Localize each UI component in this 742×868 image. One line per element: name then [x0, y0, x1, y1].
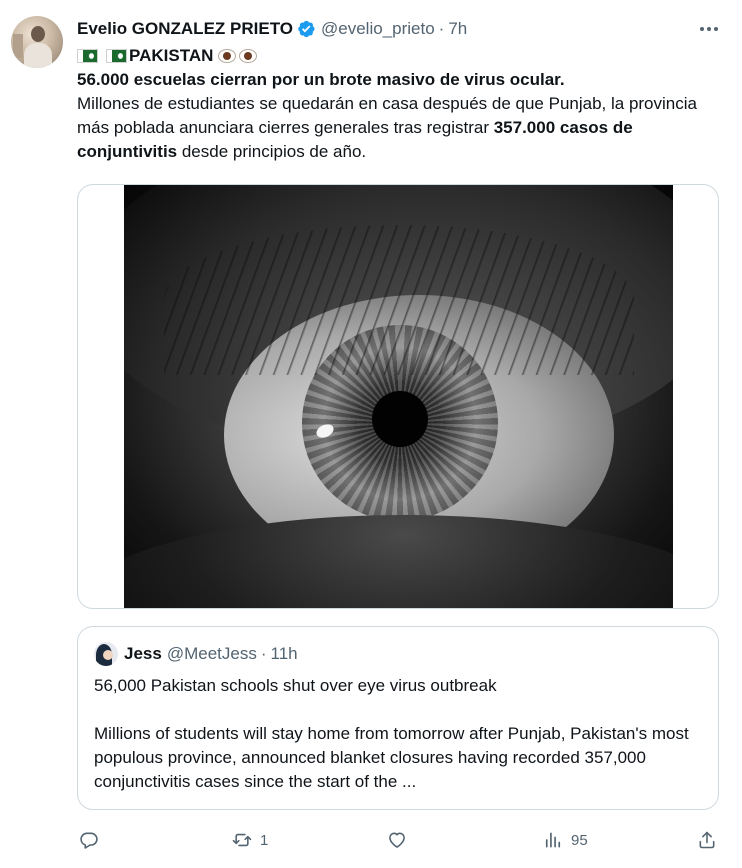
quote-body: Millions of students will stay home from… — [94, 724, 689, 791]
topic-label: PAKISTAN — [129, 46, 214, 65]
author-display-name[interactable]: Evelio GONZALEZ PRIETO — [77, 19, 293, 39]
retweet-icon — [232, 830, 252, 850]
tweet-headline: 56.000 escuelas cierran por un brote mas… — [77, 70, 565, 89]
share-icon — [697, 830, 717, 850]
heart-icon — [387, 830, 407, 850]
retweet-button[interactable]: 1 — [232, 826, 268, 854]
views-count: 95 — [571, 831, 588, 849]
tweet-body: Millones de estudiantes se quedarán en c… — [77, 92, 717, 164]
quote-author-avatar[interactable] — [94, 642, 118, 666]
more-options-icon[interactable] — [698, 18, 720, 40]
tweet-body-part2: desde principios de año. — [177, 142, 367, 161]
quote-timestamp[interactable]: 11h — [271, 644, 298, 664]
quoted-tweet[interactable]: Jess @MeetJess · 11h 56,000 Pakistan sch… — [77, 626, 719, 810]
author-avatar[interactable] — [11, 16, 63, 68]
header-separator: · — [438, 19, 445, 38]
author-handle[interactable]: @evelio_prieto — [321, 19, 435, 39]
eye-photo[interactable] — [124, 185, 673, 608]
quote-separator: · — [260, 644, 267, 663]
quote-text: 56,000 Pakistan schools shut over eye vi… — [94, 674, 704, 794]
quote-header: Jess @MeetJess · 11h — [94, 642, 298, 666]
share-button[interactable] — [697, 826, 717, 854]
like-button[interactable] — [387, 826, 415, 854]
views-button[interactable]: 95 — [543, 826, 588, 854]
retweet-count: 1 — [260, 831, 269, 849]
quote-title: 56,000 Pakistan schools shut over eye vi… — [94, 676, 497, 695]
reply-icon — [79, 830, 99, 850]
action-bar: 1 95 — [77, 826, 719, 854]
tweet-header: Evelio GONZALEZ PRIETO @evelio_prieto · … — [77, 18, 467, 40]
pakistan-flag-icon — [77, 49, 98, 63]
tweet-timestamp[interactable]: 7h — [448, 19, 467, 39]
eye-emoji-icon — [218, 49, 237, 63]
pakistan-flag-icon — [106, 49, 127, 63]
tweet[interactable]: Evelio GONZALEZ PRIETO @evelio_prieto · … — [0, 0, 742, 868]
topic-line: PAKISTAN — [77, 44, 717, 68]
eye-emoji-icon — [239, 49, 258, 63]
quote-author-name[interactable]: Jess — [124, 644, 162, 664]
tweet-image[interactable] — [77, 184, 719, 609]
verified-badge-icon — [296, 19, 316, 39]
views-chart-icon — [543, 830, 563, 850]
reply-button[interactable] — [79, 826, 107, 854]
quote-author-handle[interactable]: @MeetJess — [167, 644, 257, 664]
tweet-text: PAKISTAN 56.000 escuelas cierran por un … — [77, 44, 717, 164]
